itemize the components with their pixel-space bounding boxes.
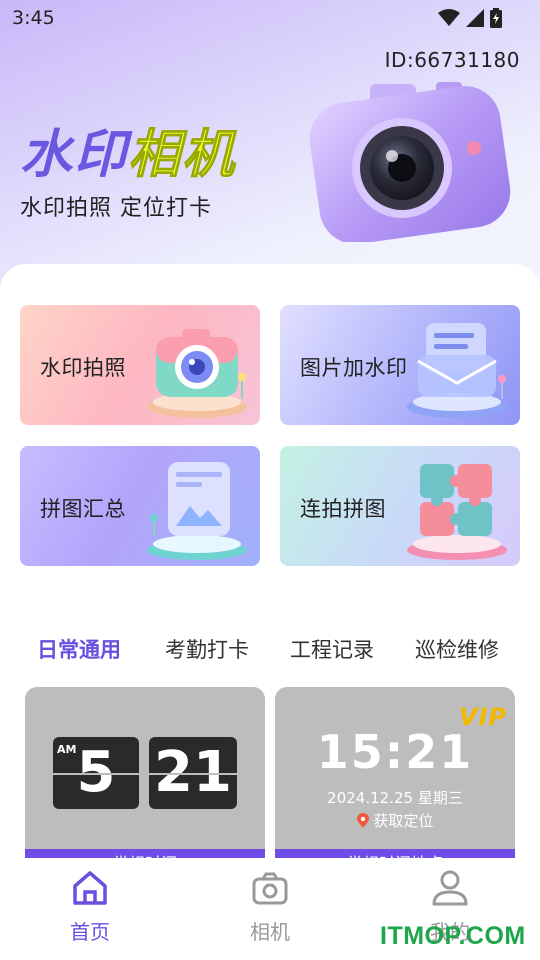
- feature-card-collage-summary[interactable]: 拼图汇总: [20, 446, 260, 566]
- site-watermark: ITMOP.COM: [380, 922, 526, 950]
- signal-icon: [466, 9, 484, 27]
- nav-camera[interactable]: 相机: [220, 868, 320, 945]
- nav-label-home: 首页: [70, 920, 110, 944]
- app-title-part2: 相机: [128, 125, 237, 186]
- puzzle-3d-icon: [407, 464, 507, 560]
- photo-watermark-3d-icon: [407, 323, 507, 418]
- feature-card-watermark-photo[interactable]: 水印拍照: [20, 305, 260, 425]
- app-title-part1: 水印: [20, 125, 129, 185]
- user-icon: [432, 870, 468, 906]
- template-card-time-location[interactable]: VIP 15:21 2024.12.25 星期三 获取定位 常规时间地点: [275, 687, 515, 867]
- category-tabs: 日常通用 考勤打卡 工程记录 巡检维修: [0, 628, 540, 668]
- flip-minute: 21: [149, 737, 237, 809]
- status-icons: [438, 8, 502, 28]
- template-card-flip-clock[interactable]: AM 5 21 常规时间: [25, 687, 265, 867]
- battery-icon: [490, 8, 502, 28]
- feature-label: 图片加水印: [300, 356, 408, 380]
- template-date: 2024.12.25 星期三: [327, 789, 463, 807]
- feature-label: 水印拍照: [40, 356, 126, 380]
- camera-icon: [252, 872, 288, 905]
- tab-attendance[interactable]: 考勤打卡: [165, 634, 249, 664]
- home-icon: [73, 871, 107, 905]
- feature-card-burst-collage[interactable]: 连拍拼图: [280, 446, 520, 566]
- app-subtitle: 水印拍照 定位打卡: [20, 196, 212, 221]
- tab-engineering[interactable]: 工程记录: [290, 634, 374, 664]
- tab-daily[interactable]: 日常通用: [37, 634, 121, 664]
- app-title: 水印相机: [20, 112, 236, 187]
- location-pin-icon: [356, 813, 369, 828]
- collage-3d-icon: [147, 462, 247, 560]
- template-time: 15:21: [316, 725, 474, 779]
- camera-3d-icon: [147, 329, 247, 418]
- feature-card-image-watermark[interactable]: 图片加水印: [280, 305, 520, 425]
- status-bar: 3:45: [0, 0, 540, 36]
- user-id: ID:66731180: [384, 48, 520, 72]
- wifi-icon: [438, 9, 460, 26]
- template-location: 获取定位: [275, 810, 515, 831]
- feature-label: 连拍拼图: [300, 497, 386, 521]
- tab-inspection[interactable]: 巡检维修: [415, 634, 499, 664]
- feature-label: 拼图汇总: [40, 497, 126, 521]
- location-text: 获取定位: [373, 812, 434, 830]
- nav-home[interactable]: 首页: [40, 868, 140, 945]
- status-time: 3:45: [12, 7, 55, 29]
- am-label: AM: [57, 743, 77, 756]
- nav-label-camera: 相机: [250, 920, 290, 944]
- hero-camera-illustration: [309, 82, 511, 242]
